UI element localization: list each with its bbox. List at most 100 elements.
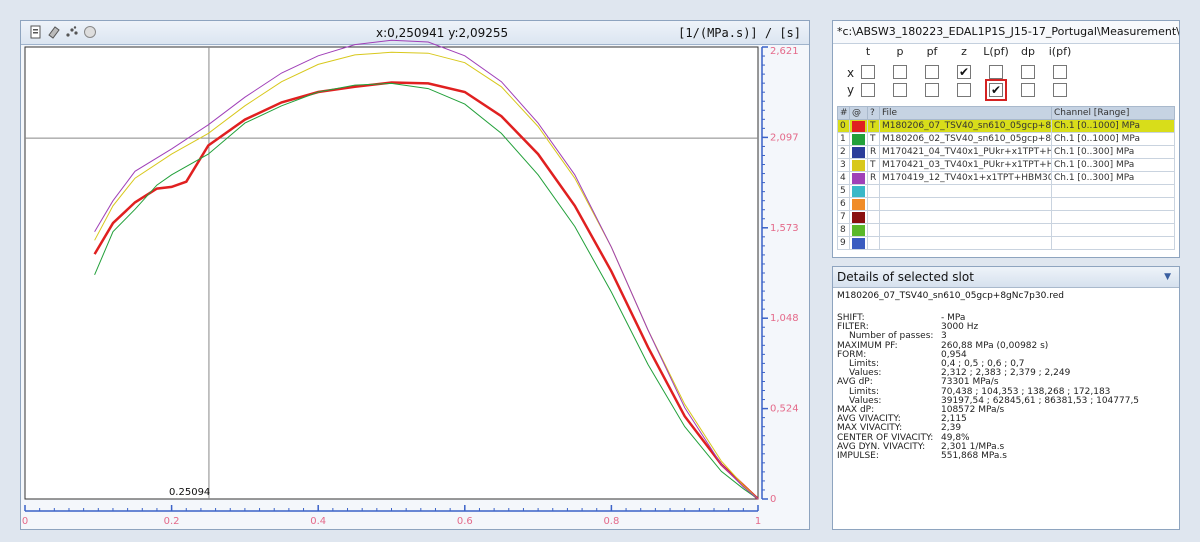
slot-type: T	[867, 119, 880, 133]
slot-type: T	[867, 158, 880, 172]
y-tick-label: 2,621	[770, 46, 799, 57]
slot-num: 9	[837, 236, 850, 250]
details-header[interactable]: Details of selected slot ▼	[833, 267, 1179, 288]
slot-row[interactable]: 5	[837, 184, 1175, 198]
y-checkbox-z[interactable]	[957, 83, 971, 97]
slot-type: T	[867, 132, 880, 146]
slot-num: 2	[837, 145, 850, 159]
color-swatch[interactable]	[852, 159, 865, 171]
slot-num: 0	[837, 119, 850, 133]
slot-num: 7	[837, 210, 850, 224]
x-checkbox-t[interactable]	[861, 65, 875, 79]
detail-label: IMPULSE:	[837, 451, 879, 462]
col-header-color[interactable]: @	[849, 106, 868, 120]
x-checkbox-ipf[interactable]	[1053, 65, 1067, 79]
slot-type	[867, 184, 880, 198]
slot-color-cell	[849, 119, 868, 133]
slot-row[interactable]: 0 T M180206_07_TSV40_sn610_05gcp+8 Ch.1 [0.…	[837, 119, 1175, 133]
y-tick-label: 1,573	[770, 223, 799, 234]
color-swatch[interactable]	[852, 172, 865, 184]
axis-header-4: L(pf)	[983, 45, 1009, 58]
y-tick-label: 0,524	[770, 404, 799, 415]
color-swatch[interactable]	[852, 146, 865, 158]
color-swatch[interactable]	[852, 185, 865, 197]
slot-file: M170421_03_TV40x1_PUkr+x1TPT+H	[879, 158, 1052, 172]
color-swatch[interactable]	[852, 198, 865, 210]
y-checkbox-Lpf[interactable]: ✔	[985, 79, 1007, 101]
slot-table-header: # @ ? File Channel [Range]	[837, 106, 1175, 120]
plot-chart[interactable]: 0.25094 0 0,524 1,048 1,573 2,097 2,621 0 0.2 0.…	[21, 21, 809, 529]
detail-value: 551,868 MPa.s	[941, 451, 1007, 462]
slot-channel	[1051, 236, 1175, 250]
file-path: *c:\ABSW3_180223_EDAL1P1S_J15-17_Portuga…	[833, 21, 1179, 44]
y-tick-label: 0	[770, 494, 776, 505]
color-swatch[interactable]	[852, 237, 865, 249]
x-checkbox-dp[interactable]	[1021, 65, 1035, 79]
x-checkbox-z[interactable]: ✔	[957, 65, 971, 79]
col-header-type[interactable]: ?	[867, 106, 880, 120]
slot-color-cell	[849, 184, 868, 198]
slot-color-cell	[849, 145, 868, 159]
color-swatch[interactable]	[852, 120, 865, 132]
x-checkbox-Lpf[interactable]	[989, 65, 1003, 79]
plot-area[interactable]	[24, 46, 759, 500]
col-header-num[interactable]: #	[837, 106, 850, 120]
slot-channel: Ch.1 [0..300] MPa	[1051, 171, 1175, 185]
axis-header-5: dp	[1021, 45, 1035, 58]
col-header-file[interactable]: File	[879, 106, 1052, 120]
x-tick-label: 0.4	[310, 516, 326, 527]
x-tick-label: 0.8	[603, 516, 619, 527]
color-swatch[interactable]	[852, 133, 865, 145]
x-checkbox-p[interactable]	[893, 65, 907, 79]
slot-channel	[1051, 197, 1175, 211]
y-checkbox-dp[interactable]	[1021, 83, 1035, 97]
slot-row[interactable]: 3 T M170421_03_TV40x1_PUkr+x1TPT+H Ch.1 [0.…	[837, 158, 1175, 172]
x-checkbox-pf[interactable]	[925, 65, 939, 79]
y-checkbox-t[interactable]	[861, 83, 875, 97]
color-swatch[interactable]	[852, 224, 865, 236]
detail-row: MAXIMUM PF: 260,88 MPa (0,00982 s)	[837, 341, 1139, 351]
slot-row[interactable]: 9	[837, 236, 1175, 250]
y-checkbox-ipf[interactable]	[1053, 83, 1067, 97]
slot-row[interactable]: 1 T M180206_02_TSV40_sn610_05gcp+8 Ch.1 [0.…	[837, 132, 1175, 146]
slot-file	[879, 236, 1052, 250]
x-tick-label: 0.2	[164, 516, 180, 527]
dropdown-arrow-icon[interactable]: ▼	[1164, 267, 1171, 287]
slot-file	[879, 210, 1052, 224]
slot-num: 8	[837, 223, 850, 237]
slot-table: # @ ? File Channel [Range] 0 T M180206_07_…	[837, 106, 1175, 250]
slot-num: 1	[837, 132, 850, 146]
y-checkbox-pf[interactable]	[925, 83, 939, 97]
slot-file	[879, 184, 1052, 198]
slot-row[interactable]: 4 R M170419_12_TV40x1+x1TPT+HBM30(Ch.1 [0.…	[837, 171, 1175, 185]
cursor-label: 0.25094	[169, 487, 210, 498]
slot-channel: Ch.1 [0..1000] MPa	[1051, 119, 1175, 133]
details-filename: M180206_07_TSV40_sn610_05gcp+8gNc7p30.re…	[837, 291, 1064, 301]
detail-row: IMPULSE: 551,868 MPa.s	[837, 451, 1139, 462]
y-checkbox-p[interactable]	[893, 83, 907, 97]
slot-row[interactable]: 2 R M170421_04_TV40x1_PUkr+x1TPT+H Ch.1 [0.…	[837, 145, 1175, 159]
slot-row[interactable]: 7	[837, 210, 1175, 224]
slot-row[interactable]: 8	[837, 223, 1175, 237]
x-tick-label: 0	[22, 516, 28, 527]
slot-row[interactable]: 6	[837, 197, 1175, 211]
slot-channel	[1051, 210, 1175, 224]
slot-num: 5	[837, 184, 850, 198]
slot-panel: *c:\ABSW3_180223_EDAL1P1S_J15-17_Portuga…	[832, 20, 1180, 258]
slot-type: R	[867, 171, 880, 185]
color-swatch[interactable]	[852, 211, 865, 223]
details-title: Details of selected slot	[837, 270, 974, 284]
detail-row: SHIFT: - MPa	[837, 313, 1139, 323]
col-header-channel[interactable]: Channel [Range]	[1051, 106, 1175, 120]
plot-panel: x:0,250941 y:2,09255 [1/(MPa.s)] / [s] 0…	[20, 20, 810, 530]
axis-header-6: i(pf)	[1048, 45, 1072, 58]
y-row-label: y	[847, 83, 855, 97]
slot-color-cell	[849, 171, 868, 185]
y-tick-label: 1,048	[770, 313, 799, 324]
slot-channel: Ch.1 [0..300] MPa	[1051, 158, 1175, 172]
slot-color-cell	[849, 158, 868, 172]
slot-color-cell	[849, 132, 868, 146]
details-panel: Details of selected slot ▼ M180206_07_TS…	[832, 266, 1180, 530]
slot-color-cell	[849, 223, 868, 237]
slot-color-cell	[849, 236, 868, 250]
